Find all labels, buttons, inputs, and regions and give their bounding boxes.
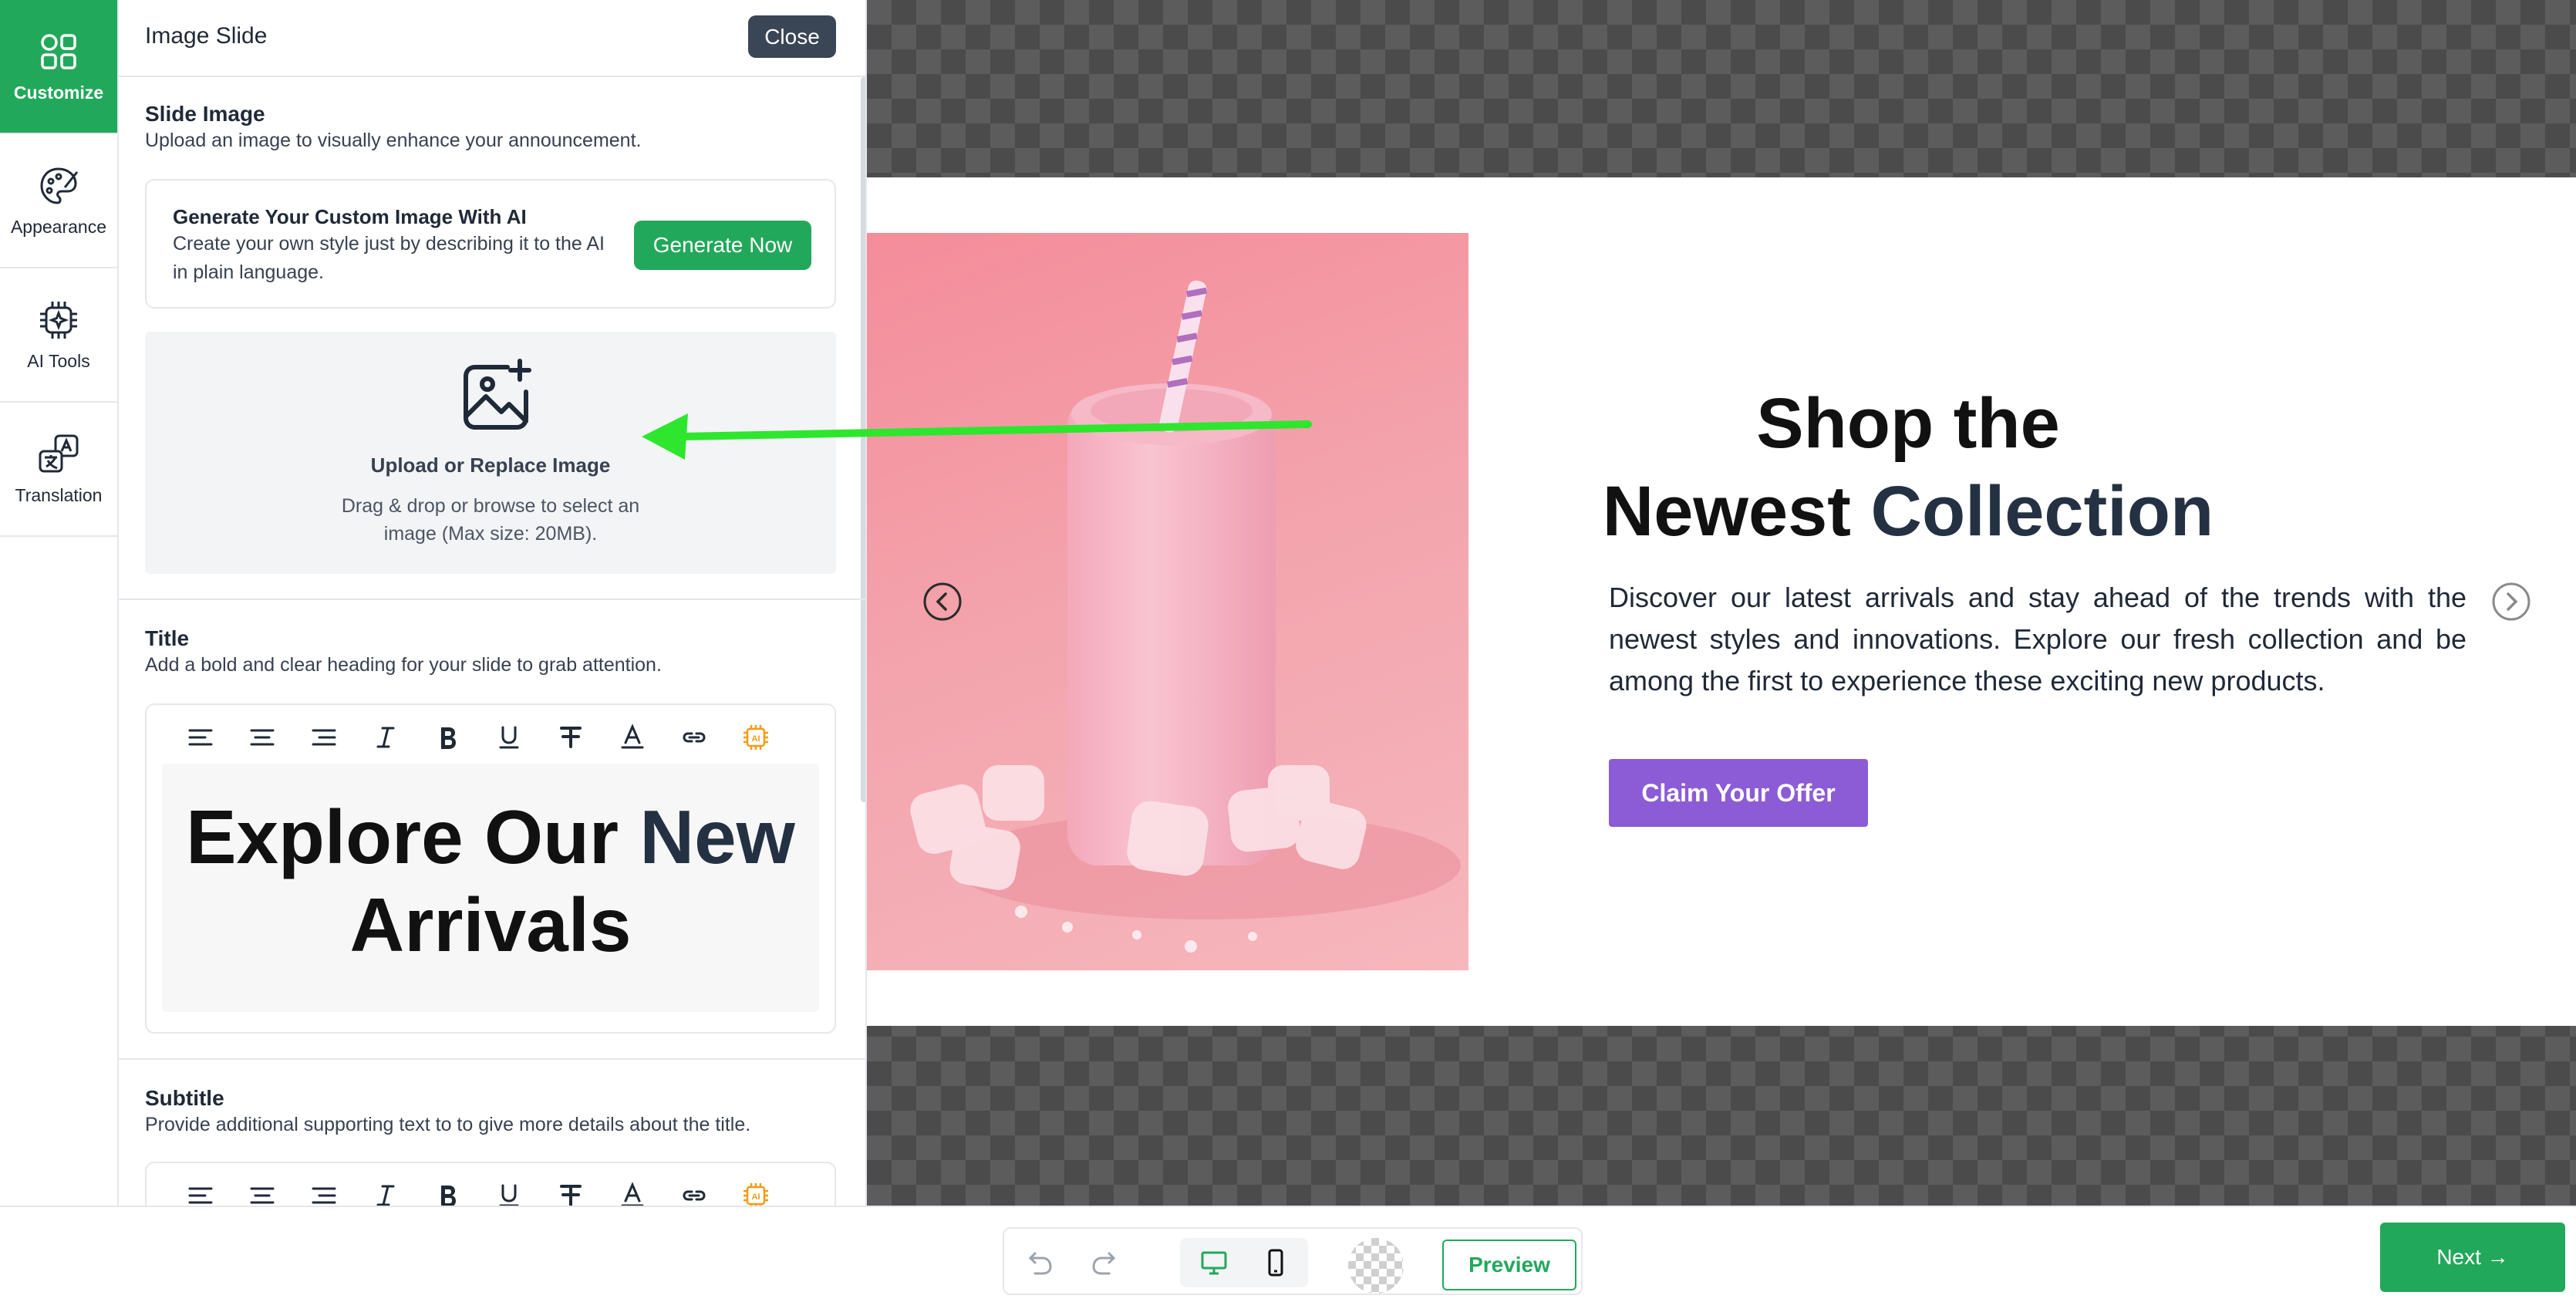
align-left-icon[interactable]	[170, 1180, 231, 1206]
ai-icon[interactable]: AI	[725, 1180, 787, 1206]
underline-icon[interactable]	[478, 722, 540, 753]
chevron-left-icon	[923, 582, 962, 621]
subtitle-section-heading: Subtitle	[145, 1086, 224, 1110]
panel-scrollbar[interactable]	[861, 77, 865, 802]
desktop-icon	[1201, 1251, 1227, 1275]
upload-title: Upload or Replace Image	[370, 454, 611, 477]
preview-canvas: Shop the Newest Collection Discover our …	[867, 0, 2576, 1206]
title-editor: AI Explore Our New Arrivals	[145, 703, 836, 1034]
align-right-icon[interactable]	[293, 722, 355, 753]
desktop-view-button[interactable]	[1189, 1238, 1239, 1287]
redo-icon	[1092, 1252, 1116, 1275]
redo-button[interactable]	[1080, 1238, 1129, 1287]
upload-dropzone[interactable]: Upload or Replace Image Drag & drop or b…	[145, 332, 836, 574]
align-center-icon[interactable]	[231, 1180, 293, 1206]
font-size-icon[interactable]	[540, 722, 602, 753]
sidebar-item-label: Translation	[15, 484, 103, 505]
slide-preview: Shop the Newest Collection Discover our …	[867, 177, 2576, 1026]
ai-chip-icon	[40, 301, 77, 339]
headline-highlight: Collection	[1870, 472, 2214, 551]
upload-description: Drag & drop or browse to select an image…	[341, 495, 640, 545]
subtitle-section-description: Provide additional supporting text to to…	[145, 1114, 751, 1135]
sidebar-item-ai-tools[interactable]: AI Tools	[0, 268, 117, 403]
sidebar-item-translation[interactable]: Translation	[0, 403, 117, 537]
generate-now-button[interactable]: Generate Now	[634, 221, 811, 270]
align-right-icon[interactable]	[293, 1180, 355, 1206]
text-color-icon[interactable]	[602, 722, 663, 753]
title-editor-text: Explore Our New Arrivals	[162, 793, 819, 969]
ai-card-title: Generate Your Custom Image With AI	[173, 205, 527, 228]
text-color-icon[interactable]	[602, 1180, 663, 1206]
palette-icon	[40, 167, 79, 204]
subtitle-editor-toolbar: AI	[170, 1180, 787, 1206]
next-slide-button[interactable]	[2491, 582, 2531, 622]
settings-panel: Image Slide Close Slide Image Upload an …	[119, 0, 867, 1206]
slide-image-heading: Slide Image	[145, 102, 265, 126]
ai-icon[interactable]: AI	[725, 722, 787, 753]
title-text-highlight: New	[639, 794, 795, 879]
ai-image-card: Generate Your Custom Image With AI Creat…	[145, 179, 836, 309]
grid-icon	[41, 33, 76, 69]
close-button[interactable]: Close	[748, 15, 836, 58]
sidebar-item-customize[interactable]: Customize	[0, 0, 117, 134]
image-plus-icon	[464, 359, 531, 430]
italic-icon[interactable]	[355, 722, 416, 753]
title-text-part: Explore Our	[186, 794, 640, 879]
title-editor-content[interactable]: Explore Our New Arrivals	[162, 764, 819, 1012]
device-toggle	[1180, 1238, 1308, 1287]
editor-tools: Preview	[1003, 1227, 1583, 1295]
slide-headline: Shop the Newest Collection	[1561, 379, 2255, 555]
bold-icon[interactable]	[416, 1180, 478, 1206]
underline-icon[interactable]	[478, 1180, 540, 1206]
mobile-icon	[1268, 1249, 1283, 1277]
headline-line: Shop the	[1756, 384, 2060, 463]
svg-text:AI: AI	[752, 1192, 760, 1202]
align-center-icon[interactable]	[231, 722, 293, 753]
headline-line: Newest	[1602, 472, 1871, 551]
panel-title: Image Slide	[145, 23, 268, 49]
font-size-icon[interactable]	[540, 1180, 602, 1206]
bold-icon[interactable]	[416, 722, 478, 753]
undo-icon	[1028, 1252, 1052, 1275]
title-section-description: Add a bold and clear heading for your sl…	[145, 654, 662, 676]
divider	[119, 599, 865, 600]
title-editor-toolbar: AI	[170, 722, 787, 753]
undo-button[interactable]	[1015, 1238, 1064, 1287]
panel-header: Image Slide Close	[119, 0, 865, 77]
ai-card-description: Create your own style just by describing…	[173, 233, 605, 283]
slide-image-description: Upload an image to visually enhance your…	[145, 130, 642, 151]
previous-slide-button[interactable]	[922, 582, 963, 622]
link-icon[interactable]	[663, 1180, 725, 1206]
italic-icon[interactable]	[355, 1180, 416, 1206]
slide-description: Discover our latest arrivals and stay ah…	[1609, 582, 2466, 697]
sidebar-item-label: Appearance	[10, 216, 107, 237]
preview-button[interactable]: Preview	[1442, 1240, 1576, 1290]
claim-offer-button[interactable]: Claim Your Offer	[1609, 759, 1868, 827]
bottom-bar: Preview Next →	[0, 1206, 2576, 1302]
next-button[interactable]: Next →	[2380, 1223, 2565, 1292]
svg-text:AI: AI	[752, 734, 760, 744]
sidebar-rail: Customize Appearance AI Tools Translatio…	[0, 0, 119, 1206]
subtitle-editor: AI	[145, 1162, 836, 1206]
sidebar-item-label: AI Tools	[27, 350, 90, 371]
transparent-background-toggle[interactable]	[1348, 1238, 1404, 1294]
align-left-icon[interactable]	[170, 722, 231, 753]
chevron-right-icon	[2492, 582, 2530, 621]
title-section-heading: Title	[145, 626, 190, 650]
title-text-part: Arrivals	[349, 882, 632, 967]
sidebar-item-label: Customize	[13, 82, 104, 103]
link-icon[interactable]	[663, 722, 725, 753]
sidebar-item-appearance[interactable]: Appearance	[0, 134, 117, 268]
translate-icon	[39, 434, 79, 472]
divider	[119, 1058, 865, 1060]
mobile-view-button[interactable]	[1251, 1238, 1300, 1287]
